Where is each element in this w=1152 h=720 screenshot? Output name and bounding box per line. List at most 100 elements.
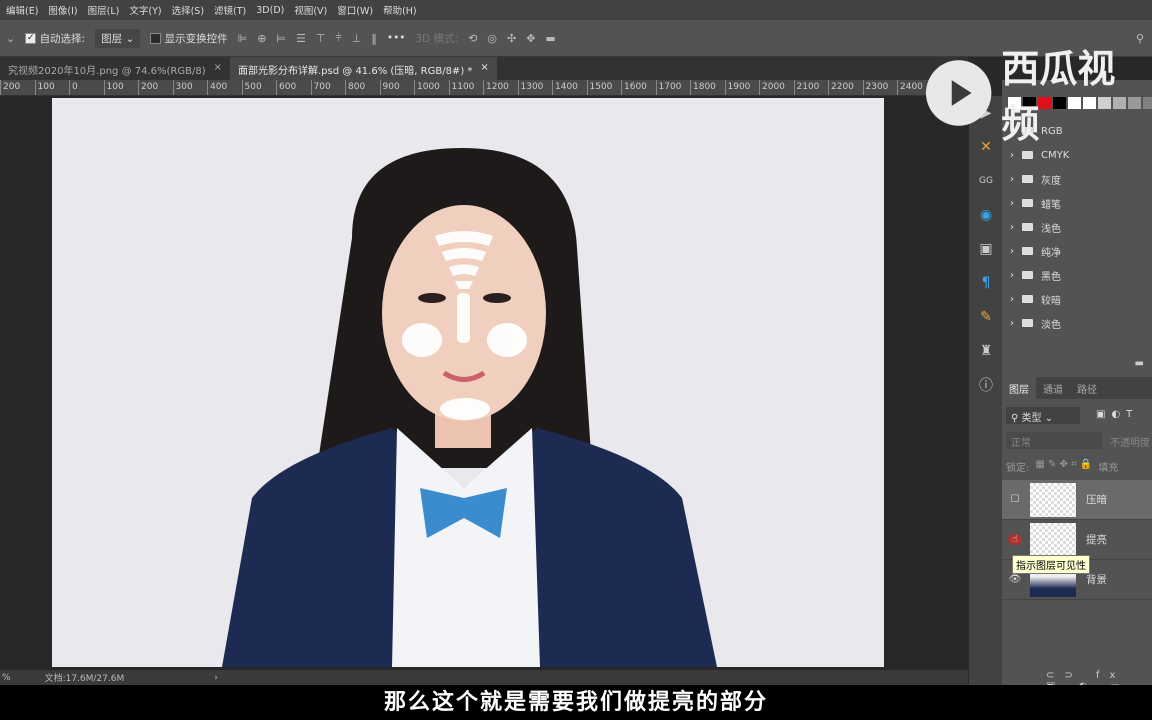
layer-name: 提亮 [1086,534,1107,546]
ruler-tick: 1500 [586,80,622,95]
visibility-empty-icon[interactable]: ☐ [1008,494,1022,505]
folder-label: 浅色 [1041,223,1061,235]
ruler-tick: 500 [241,80,277,95]
ruler-tick: 0 [69,80,104,95]
layer-filter-dropdown[interactable]: ⚲ 类型 ⌄ [1006,407,1080,424]
menu-item[interactable]: 3D(D) [256,5,284,16]
layer-row[interactable]: ☝ 提亮 [1002,520,1152,560]
menu-item[interactable]: 窗口(W) [337,3,373,17]
chevron-right-icon[interactable]: › [1010,222,1014,233]
tooltip: 指示图层可见性 [1012,555,1090,574]
layers-tab[interactable]: 图层 [1002,377,1036,399]
show-transform-checkbox[interactable]: 显示变换控件 [150,31,228,46]
align-right-icon[interactable]: ⊨ [276,32,286,45]
blend-mode-dropdown[interactable]: 正常 [1006,432,1102,449]
3d-camera-icon[interactable]: ▬ [545,32,555,45]
chevron-right-icon[interactable]: › [1010,150,1014,161]
align-top-icon[interactable]: ⊤ [316,32,326,45]
menu-item[interactable]: 文字(Y) [129,3,161,17]
align-left-icon[interactable]: ⊫ [238,32,248,45]
xigua-logo-icon [925,60,992,126]
menu-item[interactable]: 视图(V) [294,3,327,17]
swatch-folder[interactable]: › 浅色 [1002,215,1152,239]
opacity-label: 不透明度 [1110,438,1150,449]
plugin-icon[interactable]: ◉ [969,198,1003,232]
distribute-icon[interactable]: ☰ [296,32,306,45]
lock-icons[interactable]: ▦ ✎ ✥ ⌗ 🔒 [1035,459,1092,474]
chevron-right-icon[interactable]: › [1010,318,1014,329]
brush-icon[interactable]: ✎ [969,300,1003,334]
more-button[interactable]: ••• [387,32,406,44]
gg-icon[interactable]: GG [969,164,1003,198]
clone-source-icon[interactable]: ♜ [969,334,1003,368]
layers-tab[interactable]: 通道 [1036,377,1070,399]
folder-icon [1022,199,1033,207]
status-menu-arrow[interactable]: › [214,673,218,683]
panel-dock: ▶ ✕ GG ◉ ▣ ¶ ✎ ♜ ⓘ [968,96,1002,685]
align-center-icon[interactable]: ⊕ [257,32,266,45]
auto-select-dropdown[interactable]: 图层 ⌄ [95,28,141,48]
swatch-folder[interactable]: › 蜡笔 [1002,191,1152,215]
auto-select-checkbox[interactable]: ✓ 自动选择: [25,31,85,46]
eye-icon[interactable]: 👁 [1008,574,1022,585]
chevron-right-icon[interactable]: › [1010,270,1014,281]
distribute-vertical-icon[interactable]: ‖ [371,32,377,45]
chevron-down-icon[interactable]: ⌄ [6,32,15,45]
layer-thumbnail [1030,482,1076,517]
menu-item[interactable]: 滤镜(T) [214,3,246,17]
chevron-right-icon[interactable]: › [1010,174,1014,185]
ruler-tick: 700 [310,80,346,95]
ruler-tick: 1800 [690,80,725,95]
ruler-tick: 200 [0,80,35,95]
folder-label: 较暗 [1041,295,1061,307]
chevron-right-icon[interactable]: › [1010,294,1014,305]
align-middle-icon[interactable]: ⫩ [335,31,341,45]
properties-icon[interactable]: ▣ [969,232,1003,266]
ruler-tick: 1600 [621,80,656,95]
ruler-tick: 1900 [724,80,760,95]
check-icon: ✓ [25,33,37,44]
swatch-folder[interactable]: › 纯净 [1002,239,1152,263]
new-folder-icon[interactable]: ▬ [1135,358,1144,369]
3d-rotate-icon[interactable]: ⟲ [468,32,477,45]
menu-item[interactable]: 编辑(E) [6,3,38,17]
swatch-folder[interactable]: › 黑色 [1002,263,1152,287]
close-icon[interactable]: × [214,62,222,75]
chevron-right-icon[interactable]: › [1010,198,1014,209]
ruler-tick: 1000 [414,80,449,95]
document-tab[interactable]: 究视频2020年10月.png @ 74.6%(RGB/8) × [0,57,230,80]
info-icon[interactable]: ⓘ [969,368,1003,402]
folder-icon [1022,175,1033,183]
swatch-folder[interactable]: › 灰度 [1002,167,1152,191]
3d-pan-icon[interactable]: ✣ [507,32,516,45]
3d-slide-icon[interactable]: ✥ [526,32,535,45]
menu-item[interactable]: 帮助(H) [383,3,417,17]
document-tab[interactable]: 面部光影分布详解.psd @ 41.6% (压暗, RGB/8#) * × [230,57,497,80]
layer-name: 压暗 [1086,494,1107,506]
layers-tab[interactable]: 路径 [1070,377,1104,399]
paragraph-icon[interactable]: ¶ [969,266,1003,300]
layer-row[interactable]: ☐ 压暗 [1002,480,1152,520]
ruler-tick: 2200 [828,80,863,95]
align-bottom-icon[interactable]: ⊥ [352,32,362,45]
menu-item[interactable]: 图层(L) [88,3,120,17]
swatch-folder[interactable]: › 淡色 [1002,311,1152,335]
3d-roll-icon[interactable]: ◎ [487,32,497,45]
close-icon[interactable]: × [480,62,488,75]
document-canvas[interactable] [52,98,884,667]
eye-icon[interactable]: ☝ [1008,534,1022,545]
folder-icon [1022,151,1033,159]
folder-icon [1022,271,1033,279]
status-bar: % 文档:17.6M/27.6M › [0,670,968,685]
filter-icons[interactable]: ▣◐T [1096,409,1138,420]
menu-item[interactable]: 图像(I) [48,3,77,17]
swatch-folder[interactable]: › 较暗 [1002,287,1152,311]
folder-label: 纯净 [1041,247,1061,259]
chevron-right-icon[interactable]: › [1010,246,1014,257]
ruler-tick: 600 [276,80,311,95]
layers-panel-tabs: 图层 通道 路径 [1002,377,1152,399]
ruler-tick: 1700 [655,80,691,95]
folder-label: CMYK [1041,149,1070,161]
swatch-folder-list: › RGB › CMYK › 灰度 › 蜡笔 › 浅色 › 纯净 › 黑色 › 较暗 › 淡色 [1002,119,1152,335]
menu-item[interactable]: 选择(S) [172,3,204,17]
